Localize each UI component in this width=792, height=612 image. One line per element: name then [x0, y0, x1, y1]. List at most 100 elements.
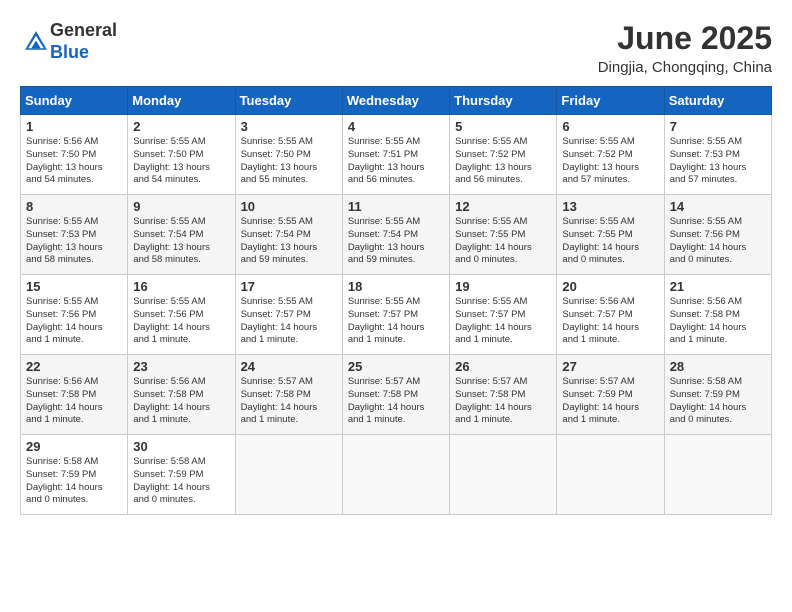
day-number: 28 — [670, 359, 766, 374]
day-info: Sunrise: 5:56 AMSunset: 7:58 PMDaylight:… — [670, 296, 766, 347]
location-title: Dingjia, Chongqing, China — [598, 59, 772, 76]
calendar-header-row: SundayMondayTuesdayWednesdayThursdayFrid… — [21, 87, 772, 115]
calendar-cell — [450, 435, 557, 515]
calendar-cell: 3 Sunrise: 5:55 AMSunset: 7:50 PMDayligh… — [235, 115, 342, 195]
day-info: Sunrise: 5:55 AMSunset: 7:56 PMDaylight:… — [670, 216, 766, 267]
calendar-cell: 2 Sunrise: 5:55 AMSunset: 7:50 PMDayligh… — [128, 115, 235, 195]
day-info: Sunrise: 5:55 AMSunset: 7:56 PMDaylight:… — [26, 296, 122, 347]
day-number: 8 — [26, 199, 122, 214]
day-info: Sunrise: 5:55 AMSunset: 7:54 PMDaylight:… — [348, 216, 444, 267]
calendar-cell: 22 Sunrise: 5:56 AMSunset: 7:58 PMDaylig… — [21, 355, 128, 435]
day-info: Sunrise: 5:55 AMSunset: 7:56 PMDaylight:… — [133, 296, 229, 347]
day-number: 15 — [26, 279, 122, 294]
calendar-cell — [235, 435, 342, 515]
calendar-week-row: 29 Sunrise: 5:58 AMSunset: 7:59 PMDaylig… — [21, 435, 772, 515]
day-info: Sunrise: 5:57 AMSunset: 7:59 PMDaylight:… — [562, 376, 658, 427]
calendar-cell — [342, 435, 449, 515]
day-number: 24 — [241, 359, 337, 374]
day-number: 23 — [133, 359, 229, 374]
day-number: 17 — [241, 279, 337, 294]
logo-blue-text: Blue — [50, 42, 89, 62]
day-info: Sunrise: 5:55 AMSunset: 7:53 PMDaylight:… — [670, 136, 766, 187]
calendar-cell: 29 Sunrise: 5:58 AMSunset: 7:59 PMDaylig… — [21, 435, 128, 515]
day-number: 19 — [455, 279, 551, 294]
day-info: Sunrise: 5:55 AMSunset: 7:57 PMDaylight:… — [241, 296, 337, 347]
calendar-cell: 16 Sunrise: 5:55 AMSunset: 7:56 PMDaylig… — [128, 275, 235, 355]
day-number: 1 — [26, 119, 122, 134]
day-info: Sunrise: 5:55 AMSunset: 7:50 PMDaylight:… — [241, 136, 337, 187]
day-info: Sunrise: 5:56 AMSunset: 7:50 PMDaylight:… — [26, 136, 122, 187]
page-header: General Blue June 2025 Dingjia, Chongqin… — [20, 20, 772, 76]
calendar-cell: 11 Sunrise: 5:55 AMSunset: 7:54 PMDaylig… — [342, 195, 449, 275]
title-block: June 2025 Dingjia, Chongqing, China — [598, 20, 772, 76]
calendar-cell — [557, 435, 664, 515]
day-info: Sunrise: 5:55 AMSunset: 7:54 PMDaylight:… — [133, 216, 229, 267]
calendar-cell: 13 Sunrise: 5:55 AMSunset: 7:55 PMDaylig… — [557, 195, 664, 275]
day-info: Sunrise: 5:58 AMSunset: 7:59 PMDaylight:… — [133, 456, 229, 507]
day-number: 7 — [670, 119, 766, 134]
day-info: Sunrise: 5:57 AMSunset: 7:58 PMDaylight:… — [348, 376, 444, 427]
day-info: Sunrise: 5:55 AMSunset: 7:54 PMDaylight:… — [241, 216, 337, 267]
day-number: 13 — [562, 199, 658, 214]
calendar-cell: 6 Sunrise: 5:55 AMSunset: 7:52 PMDayligh… — [557, 115, 664, 195]
calendar-cell: 17 Sunrise: 5:55 AMSunset: 7:57 PMDaylig… — [235, 275, 342, 355]
day-info: Sunrise: 5:55 AMSunset: 7:52 PMDaylight:… — [455, 136, 551, 187]
day-info: Sunrise: 5:55 AMSunset: 7:57 PMDaylight:… — [455, 296, 551, 347]
calendar-cell: 26 Sunrise: 5:57 AMSunset: 7:58 PMDaylig… — [450, 355, 557, 435]
calendar-week-row: 15 Sunrise: 5:55 AMSunset: 7:56 PMDaylig… — [21, 275, 772, 355]
calendar-week-row: 22 Sunrise: 5:56 AMSunset: 7:58 PMDaylig… — [21, 355, 772, 435]
calendar-week-row: 8 Sunrise: 5:55 AMSunset: 7:53 PMDayligh… — [21, 195, 772, 275]
day-info: Sunrise: 5:55 AMSunset: 7:57 PMDaylight:… — [348, 296, 444, 347]
day-number: 20 — [562, 279, 658, 294]
col-header-thursday: Thursday — [450, 87, 557, 115]
day-info: Sunrise: 5:58 AMSunset: 7:59 PMDaylight:… — [26, 456, 122, 507]
calendar-cell: 27 Sunrise: 5:57 AMSunset: 7:59 PMDaylig… — [557, 355, 664, 435]
day-info: Sunrise: 5:57 AMSunset: 7:58 PMDaylight:… — [241, 376, 337, 427]
calendar-cell: 15 Sunrise: 5:55 AMSunset: 7:56 PMDaylig… — [21, 275, 128, 355]
day-number: 21 — [670, 279, 766, 294]
logo-general-text: General — [50, 20, 117, 40]
calendar-cell: 21 Sunrise: 5:56 AMSunset: 7:58 PMDaylig… — [664, 275, 771, 355]
calendar-cell: 9 Sunrise: 5:55 AMSunset: 7:54 PMDayligh… — [128, 195, 235, 275]
calendar-cell: 24 Sunrise: 5:57 AMSunset: 7:58 PMDaylig… — [235, 355, 342, 435]
col-header-wednesday: Wednesday — [342, 87, 449, 115]
day-number: 3 — [241, 119, 337, 134]
day-info: Sunrise: 5:56 AMSunset: 7:58 PMDaylight:… — [133, 376, 229, 427]
month-title: June 2025 — [598, 20, 772, 57]
col-header-friday: Friday — [557, 87, 664, 115]
calendar-cell: 23 Sunrise: 5:56 AMSunset: 7:58 PMDaylig… — [128, 355, 235, 435]
logo-icon — [22, 28, 50, 56]
day-info: Sunrise: 5:55 AMSunset: 7:50 PMDaylight:… — [133, 136, 229, 187]
day-number: 11 — [348, 199, 444, 214]
calendar-cell: 7 Sunrise: 5:55 AMSunset: 7:53 PMDayligh… — [664, 115, 771, 195]
day-number: 16 — [133, 279, 229, 294]
day-info: Sunrise: 5:56 AMSunset: 7:58 PMDaylight:… — [26, 376, 122, 427]
day-info: Sunrise: 5:55 AMSunset: 7:55 PMDaylight:… — [562, 216, 658, 267]
day-info: Sunrise: 5:56 AMSunset: 7:57 PMDaylight:… — [562, 296, 658, 347]
calendar-cell: 1 Sunrise: 5:56 AMSunset: 7:50 PMDayligh… — [21, 115, 128, 195]
day-number: 27 — [562, 359, 658, 374]
col-header-sunday: Sunday — [21, 87, 128, 115]
day-number: 5 — [455, 119, 551, 134]
day-info: Sunrise: 5:55 AMSunset: 7:55 PMDaylight:… — [455, 216, 551, 267]
day-number: 14 — [670, 199, 766, 214]
day-number: 18 — [348, 279, 444, 294]
day-info: Sunrise: 5:55 AMSunset: 7:51 PMDaylight:… — [348, 136, 444, 187]
day-number: 22 — [26, 359, 122, 374]
calendar-cell: 18 Sunrise: 5:55 AMSunset: 7:57 PMDaylig… — [342, 275, 449, 355]
calendar-cell: 30 Sunrise: 5:58 AMSunset: 7:59 PMDaylig… — [128, 435, 235, 515]
calendar-table: SundayMondayTuesdayWednesdayThursdayFrid… — [20, 86, 772, 515]
logo: General Blue — [20, 20, 117, 63]
calendar-cell: 25 Sunrise: 5:57 AMSunset: 7:58 PMDaylig… — [342, 355, 449, 435]
day-number: 9 — [133, 199, 229, 214]
calendar-cell: 4 Sunrise: 5:55 AMSunset: 7:51 PMDayligh… — [342, 115, 449, 195]
day-info: Sunrise: 5:57 AMSunset: 7:58 PMDaylight:… — [455, 376, 551, 427]
day-number: 10 — [241, 199, 337, 214]
day-number: 12 — [455, 199, 551, 214]
calendar-cell: 14 Sunrise: 5:55 AMSunset: 7:56 PMDaylig… — [664, 195, 771, 275]
col-header-monday: Monday — [128, 87, 235, 115]
calendar-cell: 20 Sunrise: 5:56 AMSunset: 7:57 PMDaylig… — [557, 275, 664, 355]
calendar-cell: 10 Sunrise: 5:55 AMSunset: 7:54 PMDaylig… — [235, 195, 342, 275]
day-number: 2 — [133, 119, 229, 134]
day-info: Sunrise: 5:55 AMSunset: 7:52 PMDaylight:… — [562, 136, 658, 187]
